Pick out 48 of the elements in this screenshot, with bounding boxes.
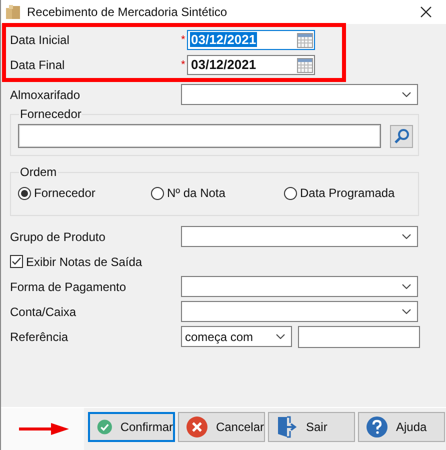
chevron-icon [402, 309, 411, 314]
window-title: Recebimento de Mercadoria Sintético [27, 5, 228, 19]
reference-field[interactable] [298, 326, 420, 348]
supplier-field[interactable] [18, 124, 381, 148]
required-mark: * [181, 34, 186, 46]
cancel-button[interactable]: Cancelar [178, 412, 265, 442]
field-label: Forma de Pagamento [10, 280, 128, 294]
radio-icon[interactable] [18, 186, 31, 200]
close-icon[interactable] [420, 6, 432, 18]
field-label: Conta/Caixa [10, 304, 78, 318]
radio-option[interactable]: Data Programada [284, 186, 395, 200]
field-label: Almoxarifado [10, 88, 82, 102]
group-legend: Fornecedor [19, 107, 82, 121]
chevron-icon [402, 284, 411, 289]
date-field[interactable]: 03/12/2021 [187, 30, 315, 50]
dropdown-field[interactable] [181, 84, 418, 105]
exit-button[interactable]: Sair [268, 412, 355, 442]
search-icon [394, 128, 410, 144]
radio-option[interactable]: Nº da Nota [151, 186, 284, 200]
field-label: Data Final [10, 58, 66, 72]
dropdown-field[interactable] [181, 301, 418, 322]
chevron-icon [276, 334, 285, 339]
calendar-icon[interactable] [297, 32, 313, 48]
calendar-icon[interactable] [297, 56, 313, 72]
chevron-icon [402, 234, 411, 239]
checkbox-option[interactable]: Exibir Notas de Saída [10, 254, 142, 268]
checkbox-icon[interactable] [10, 255, 23, 268]
search-button[interactable] [390, 124, 413, 148]
field-label: Referência [10, 330, 70, 344]
required-mark: * [181, 58, 186, 70]
door-exit-icon [276, 416, 298, 438]
radio-option[interactable]: Fornecedor [18, 186, 151, 200]
group-legend: Ordem [19, 165, 58, 179]
help-button[interactable]: Ajuda [358, 412, 445, 442]
field-label: Grupo de Produto [10, 230, 106, 244]
confirm-button[interactable]: Confirmar [88, 412, 175, 442]
dropdown-field[interactable]: começa com [181, 326, 292, 347]
help-icon [366, 416, 388, 438]
boxes-icon [5, 5, 21, 19]
dropdown-field[interactable] [181, 276, 418, 297]
arrow-icon [18, 423, 68, 435]
radio-icon[interactable] [151, 186, 164, 200]
close-icon [186, 416, 208, 438]
chevron-icon [402, 92, 411, 97]
date-field[interactable]: 03/12/2021 [187, 54, 315, 74]
radio-icon[interactable] [284, 186, 297, 200]
field-label: Data Inicial [10, 32, 70, 46]
dropdown-field[interactable] [181, 226, 418, 247]
